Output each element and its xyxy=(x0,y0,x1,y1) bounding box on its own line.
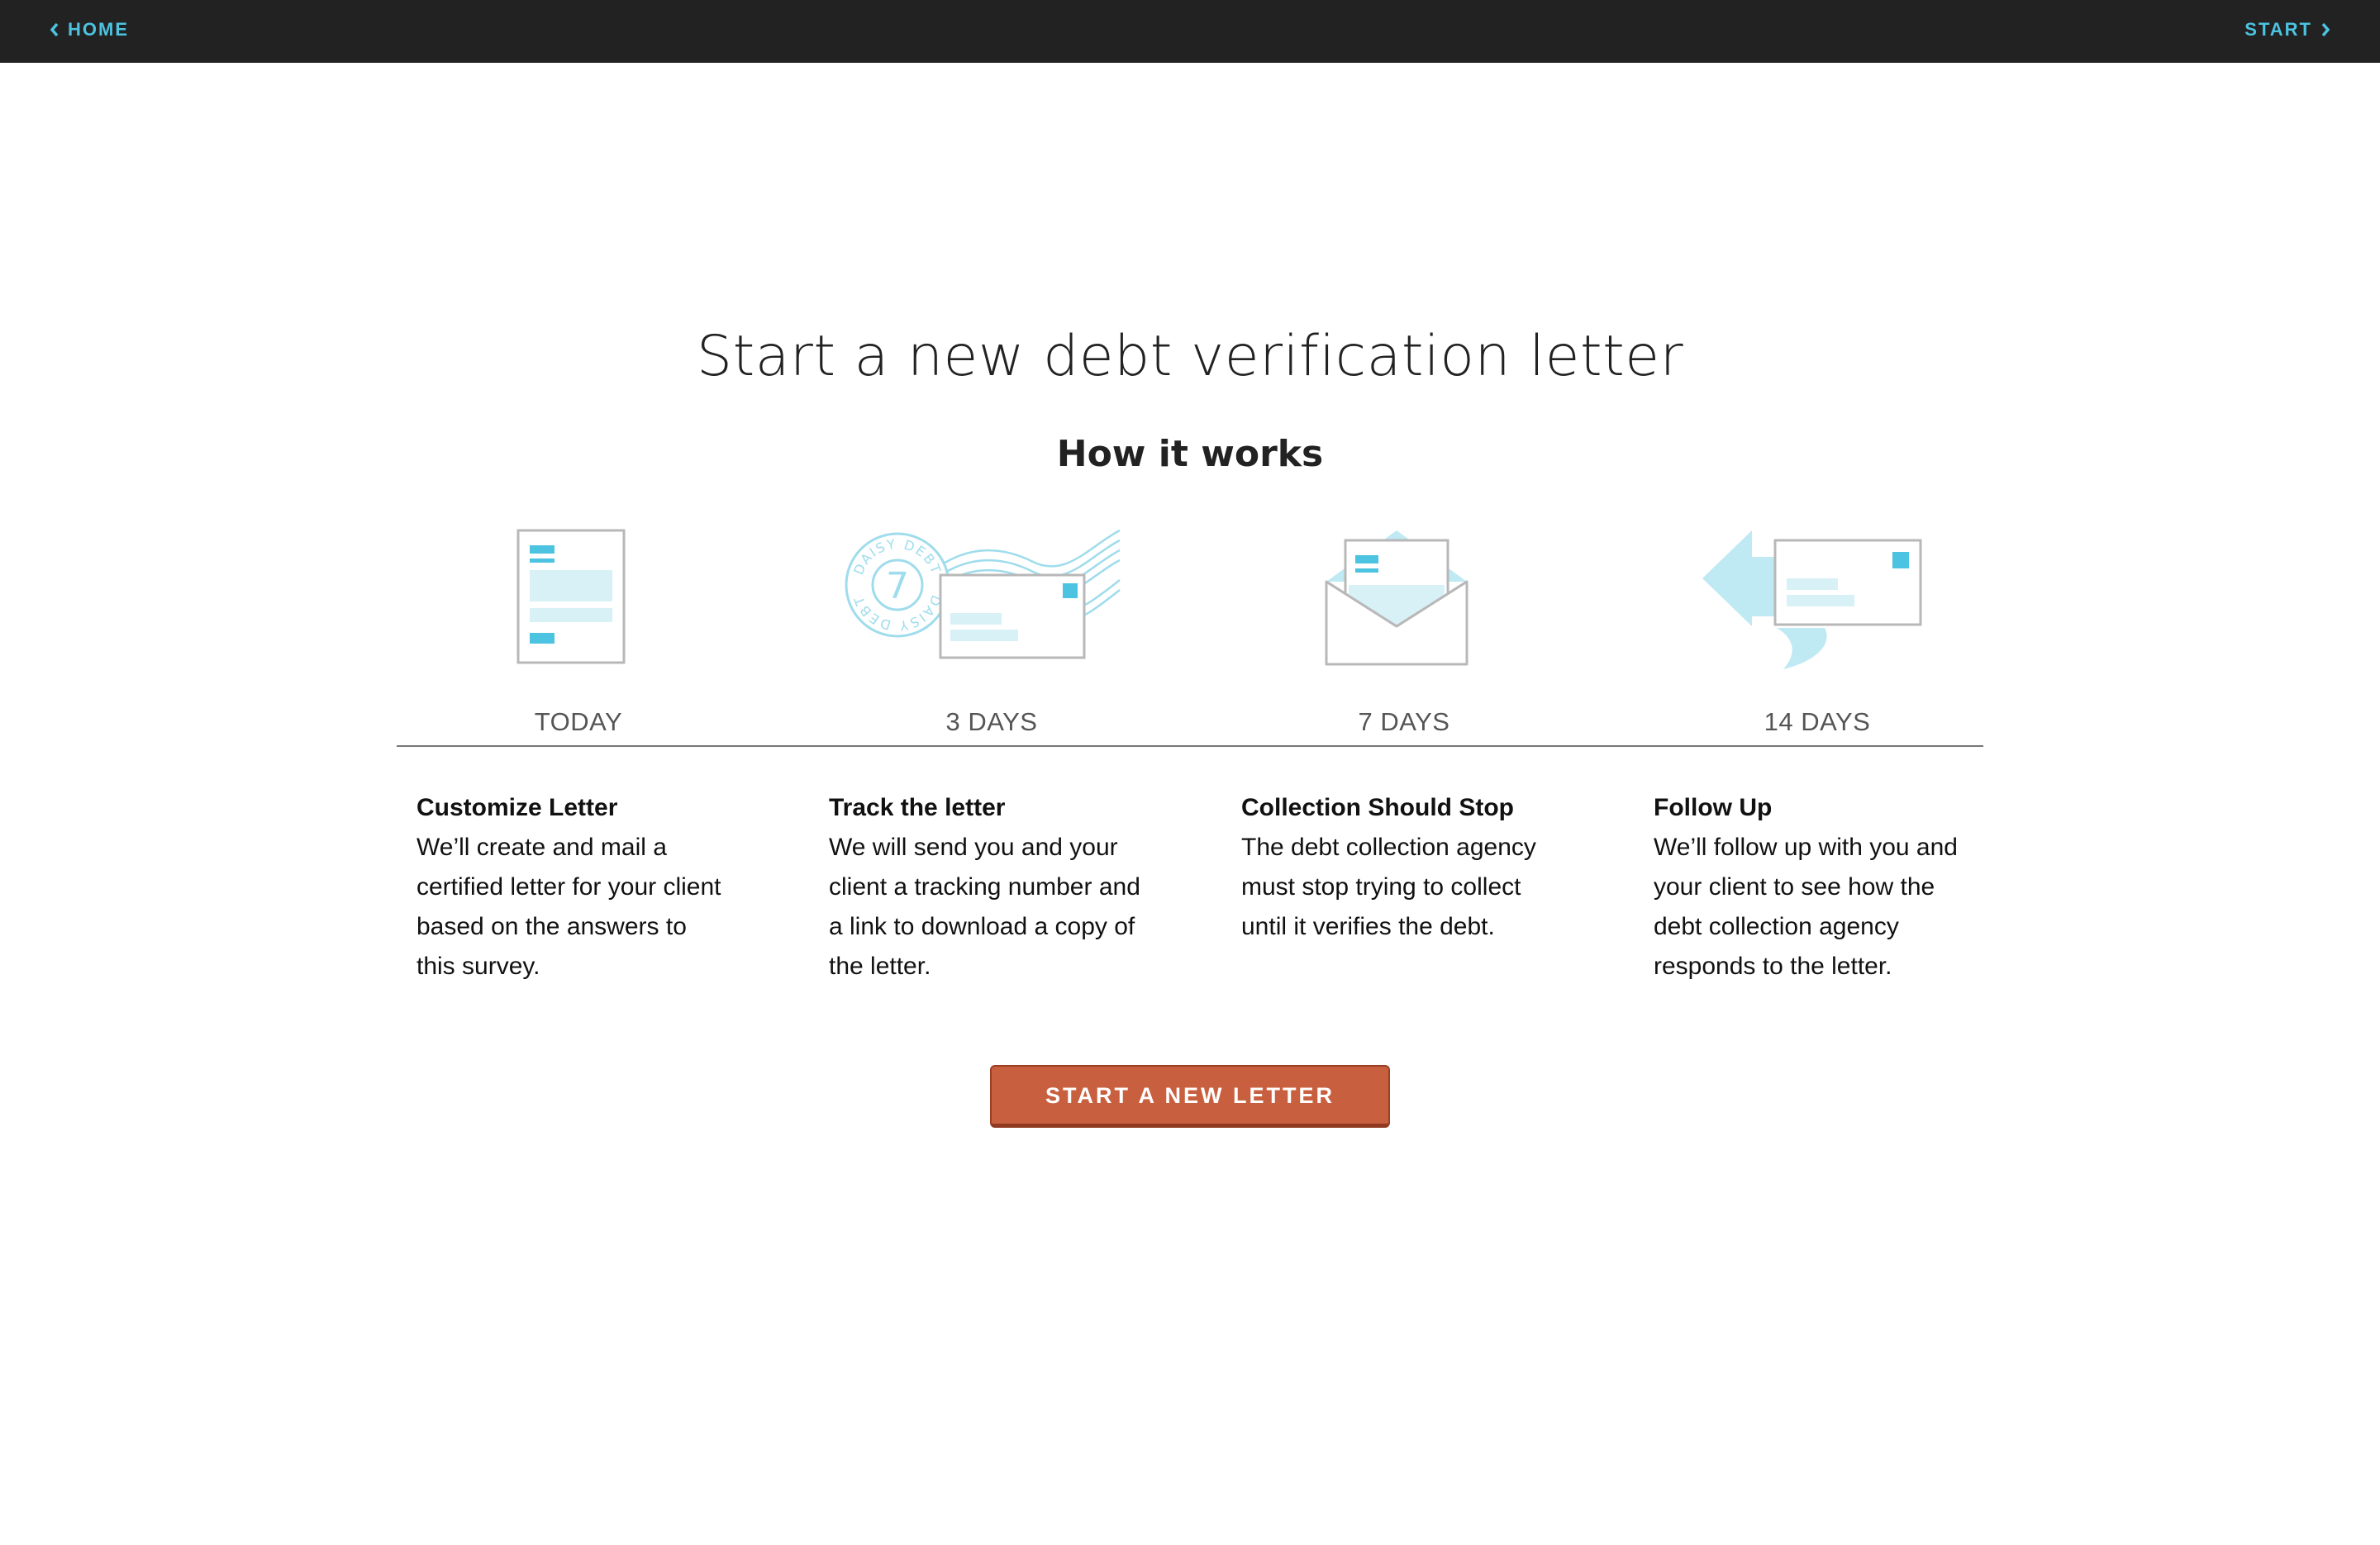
chevron-left-icon xyxy=(48,21,61,39)
open-envelope-icon xyxy=(1324,529,1469,672)
step-description: We’ll create and mail a certified letter… xyxy=(416,834,721,980)
step-time-14-days: 14 DAYS xyxy=(1764,707,1871,736)
start-new-letter-button[interactable]: START A NEW LETTER xyxy=(990,1065,1390,1128)
step-heading: Collection Should Stop xyxy=(1241,794,1514,821)
step-heading: Track the letter xyxy=(829,794,1006,821)
reply-envelope-icon xyxy=(1701,529,1924,675)
step-description: We will send you and your client a track… xyxy=(829,834,1140,980)
start-link[interactable]: START xyxy=(2244,0,2332,59)
home-link-label: HOME xyxy=(68,19,129,40)
chevron-right-icon xyxy=(2319,21,2332,39)
timeline-divider xyxy=(397,745,1983,747)
step-time-3-days: 3 DAYS xyxy=(945,707,1038,736)
steps-timeline: 7 DAISY DEBT DAISY DEBT TODAY 3 DAYS 7 D… xyxy=(397,529,1983,980)
page-title: Start a new debt verification letter xyxy=(696,324,1684,389)
step-heading: Customize Letter xyxy=(416,794,618,821)
step-customize-letter: Customize Letter We’ll create and mail a… xyxy=(416,788,731,986)
step-description: The debt collection agency must stop try… xyxy=(1241,834,1536,940)
step-icons-row: 7 DAISY DEBT DAISY DEBT xyxy=(397,529,1983,681)
postmark-envelope-icon: 7 DAISY DEBT DAISY DEBT xyxy=(843,529,1124,673)
step-heading: Follow Up xyxy=(1654,794,1773,821)
step-time-7-days: 7 DAYS xyxy=(1358,707,1450,736)
step-time-today: TODAY xyxy=(534,707,623,736)
step-description: We’ll follow up with you and your client… xyxy=(1654,834,1958,980)
home-link[interactable]: HOME xyxy=(48,0,129,59)
stamp-number: 7 xyxy=(886,565,909,607)
how-it-works-heading: How it works xyxy=(1056,433,1324,475)
step-follow-up: Follow Up We’ll follow up with you and y… xyxy=(1654,788,1968,986)
step-collection-should-stop: Collection Should Stop The debt collecti… xyxy=(1241,788,1555,947)
start-link-label: START xyxy=(2244,19,2312,40)
step-track-letter: Track the letter We will send you and yo… xyxy=(829,788,1143,986)
document-icon xyxy=(516,529,626,670)
step-time-labels: TODAY 3 DAYS 7 DAYS 14 DAYS xyxy=(397,707,1983,740)
top-nav-bar: HOME START xyxy=(0,0,2380,63)
